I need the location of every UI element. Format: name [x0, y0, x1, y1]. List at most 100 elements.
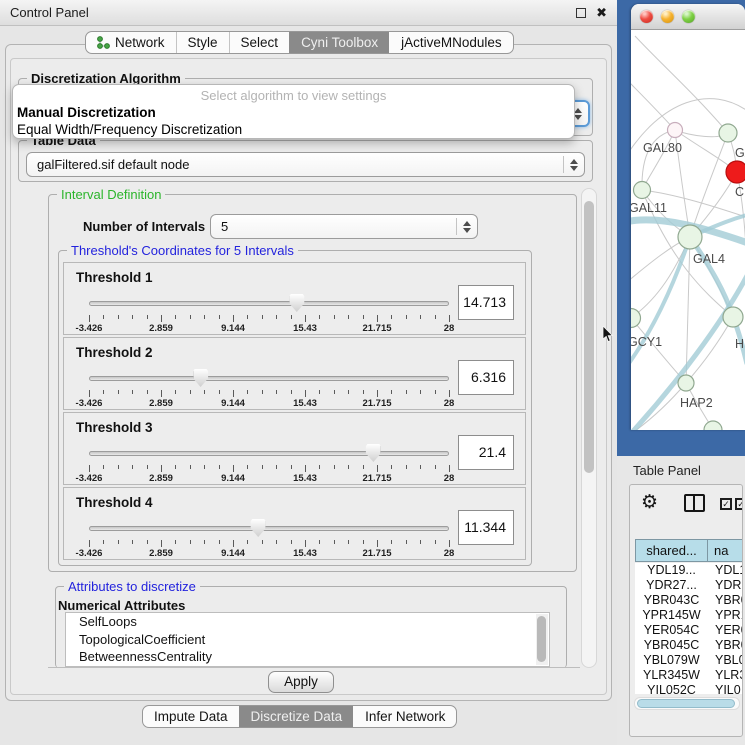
- table-row[interactable]: YBR043CYBR0: [635, 593, 743, 608]
- table-row[interactable]: YDR27...YDR2: [635, 578, 743, 593]
- threshold-slider[interactable]: -3.4262.8599.14415.4321.71528: [89, 516, 449, 560]
- red-node[interactable]: [726, 161, 745, 183]
- control-panel-titlebar: Control Panel ✖: [0, 0, 617, 26]
- combo-spinner-icon[interactable]: [563, 156, 584, 172]
- column-header-shared[interactable]: shared...: [635, 539, 708, 562]
- algorithm-dropdown-popup: Select algorithm to view settings Manual…: [12, 84, 575, 139]
- table-row[interactable]: YIL052CYIL0: [635, 683, 743, 694]
- partial-bottom-node[interactable]: [704, 421, 722, 430]
- table-horizontal-scrollbar[interactable]: [634, 697, 740, 710]
- attribute-item[interactable]: BetweennessCentrality: [66, 648, 549, 666]
- screen: Control Panel ✖ NetworkStyleSelectCyni T…: [0, 0, 745, 745]
- float-window-icon[interactable]: [576, 8, 586, 18]
- node-label: C: [735, 185, 744, 199]
- node-label: GAL80: [643, 141, 682, 155]
- slider-handle-icon[interactable]: [193, 369, 208, 387]
- threshold-label: Threshold 1: [76, 270, 153, 285]
- table-panel-title: Table Panel: [633, 463, 701, 478]
- gal80-node[interactable]: [668, 123, 683, 138]
- scrollbar-thumb[interactable]: [584, 201, 594, 473]
- attribute-item[interactable]: SelfLoops: [66, 613, 549, 631]
- checkbox-checked-icon[interactable]: ✓: [720, 498, 732, 510]
- threshold-slider[interactable]: -3.4262.8599.14415.4321.71528: [89, 366, 449, 410]
- apply-button[interactable]: Apply: [268, 671, 334, 693]
- close-traffic-light-icon[interactable]: [640, 10, 653, 23]
- network-window-titlebar[interactable]: [631, 4, 745, 30]
- threshold-slider[interactable]: -3.4262.8599.14415.4321.71528: [89, 441, 449, 485]
- minimize-traffic-light-icon[interactable]: [661, 10, 674, 23]
- hap2-node[interactable]: [678, 375, 694, 391]
- threshold-value-field[interactable]: 11.344: [458, 510, 514, 545]
- combo-spinner-icon[interactable]: [456, 218, 477, 234]
- threshold-box: Threshold 1 -3.4262.8599.14415.4321.7152…: [63, 262, 526, 335]
- slider-track[interactable]: [89, 526, 449, 531]
- threshold-box: Threshold 2 -3.4262.8599.14415.4321.7152…: [63, 337, 526, 410]
- table-rows[interactable]: YDL19...YDL1YDR27...YDR2YBR043CYBR0YPR14…: [635, 563, 743, 694]
- node-label: HAP2: [680, 396, 713, 410]
- interval-definition-title: Interval Definition: [57, 187, 165, 202]
- tab-discretize-data[interactable]: Discretize Data: [239, 706, 354, 727]
- tab-network[interactable]: Network: [86, 32, 176, 53]
- attributes-list-scrollbar[interactable]: [536, 614, 548, 665]
- close-icon[interactable]: ✖: [596, 8, 607, 18]
- threshold-value-field[interactable]: 6.316: [458, 360, 514, 395]
- threshold-value-field[interactable]: 21.4: [458, 435, 514, 470]
- slider-track[interactable]: [89, 301, 449, 306]
- slider-tick-labels: -3.4262.8599.14415.4321.71528: [89, 398, 449, 409]
- attribute-item[interactable]: TopologicalCoefficient: [66, 631, 549, 649]
- threshold-label: Threshold 3: [76, 420, 153, 435]
- network-edge: [686, 317, 733, 383]
- settings-vertical-scrollbar[interactable]: [581, 188, 597, 668]
- h-node[interactable]: [723, 307, 743, 327]
- slider-handle-icon[interactable]: [251, 519, 266, 537]
- gal4-node[interactable]: [678, 225, 702, 249]
- zoom-traffic-light-icon[interactable]: [682, 10, 695, 23]
- table-row[interactable]: YDL19...YDL1: [635, 563, 743, 578]
- threshold-slider[interactable]: -3.4262.8599.14415.4321.71528: [89, 291, 449, 335]
- gear-icon[interactable]: ⚙: [641, 491, 658, 514]
- table-row[interactable]: YBL079WYBL0: [635, 653, 743, 668]
- threshold-value-field[interactable]: 14.713: [458, 285, 514, 320]
- network-edge: [635, 36, 728, 133]
- gal11-node[interactable]: [634, 182, 651, 199]
- algorithm-placeholder: Select algorithm to view settings: [13, 87, 574, 104]
- tab-infer-network[interactable]: Infer Network: [353, 706, 456, 727]
- table-row[interactable]: YPR145WYPR1: [635, 608, 743, 623]
- numerical-attributes-label: Numerical Attributes: [58, 598, 185, 613]
- tab-style[interactable]: Style: [176, 32, 229, 53]
- network-edge-thick: [690, 237, 733, 317]
- split-view-icon[interactable]: [684, 494, 705, 512]
- table-row[interactable]: YLR345WYLR3: [635, 668, 743, 683]
- network-canvas[interactable]: GAL80GAGAL11CGAL4GCY1HHAP2: [631, 30, 745, 430]
- node-label: H: [735, 337, 744, 351]
- slider-handle-icon[interactable]: [366, 444, 381, 462]
- mouse-cursor: [602, 326, 614, 344]
- scrollbar-thumb[interactable]: [637, 699, 735, 708]
- table-row[interactable]: YER054CYER0: [635, 623, 743, 638]
- threshold-label: Threshold 2: [76, 345, 153, 360]
- number-of-intervals-label: Number of Intervals: [83, 219, 205, 234]
- scrollbar-thumb[interactable]: [537, 616, 546, 662]
- column-header-name[interactable]: na: [708, 539, 743, 562]
- tab-jactivemnodules[interactable]: jActiveMNodules: [389, 32, 513, 53]
- algorithm-option-equal-width[interactable]: Equal Width/Frequency Discretization: [13, 121, 574, 138]
- network-graph[interactable]: GAL80GAGAL11CGAL4GCY1HHAP2: [631, 30, 745, 430]
- slider-track[interactable]: [89, 451, 449, 456]
- checkbox-checked-icon[interactable]: ✓: [735, 498, 743, 510]
- table-row[interactable]: YBR045CYBR0: [635, 638, 743, 653]
- control-panel-title: Control Panel: [10, 5, 89, 20]
- slider-handle-icon[interactable]: [289, 294, 304, 312]
- table-header-row: shared... na: [635, 539, 743, 562]
- algorithm-option-manual[interactable]: Manual Discretization: [13, 104, 574, 121]
- threshold-list: Threshold 1 -3.4262.8599.14415.4321.7152…: [63, 262, 526, 562]
- node-label: GAL11: [631, 201, 667, 215]
- partial-top-right-node[interactable]: [719, 124, 737, 142]
- attributes-group-title: Attributes to discretize: [64, 579, 200, 594]
- tab-cyni-toolbox[interactable]: Cyni Toolbox: [289, 32, 389, 53]
- slider-track[interactable]: [89, 376, 449, 381]
- tab-impute-data[interactable]: Impute Data: [143, 706, 239, 727]
- table-data-combobox[interactable]: galFiltered.sif default node: [26, 152, 585, 177]
- number-of-intervals-combobox[interactable]: 5: [210, 214, 478, 239]
- tab-select[interactable]: Select: [229, 32, 290, 53]
- numerical-attributes-list[interactable]: SelfLoopsTopologicalCoefficientBetweenne…: [65, 612, 550, 667]
